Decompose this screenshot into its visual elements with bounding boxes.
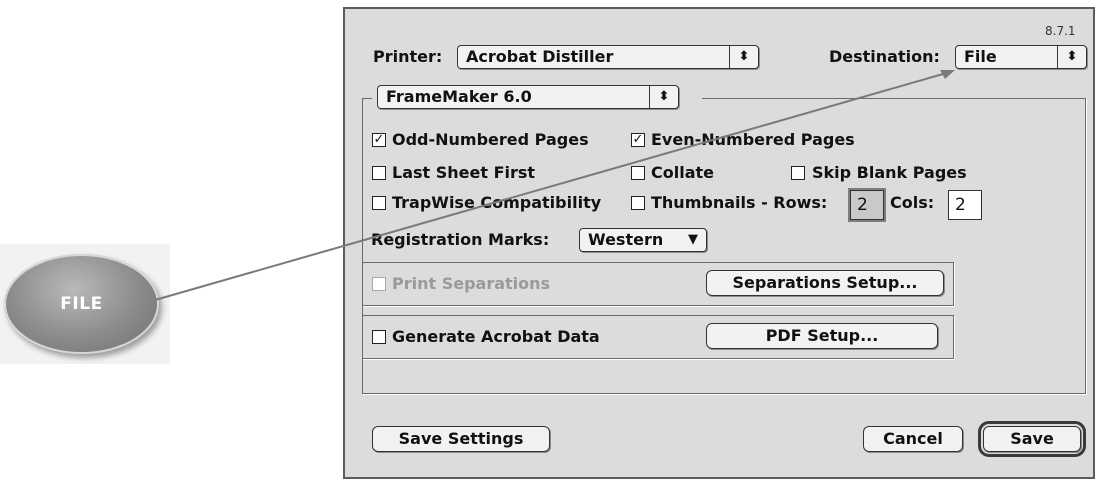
destination-label: Destination:	[829, 47, 940, 66]
thumbnails-checkbox[interactable]	[631, 196, 645, 210]
trapwise-checkbox[interactable]	[372, 196, 386, 210]
collate-label: Collate	[651, 163, 714, 182]
triangle-down-icon: ▼	[688, 232, 698, 247]
callout-label: FILE	[60, 294, 103, 314]
cancel-button[interactable]: Cancel	[863, 426, 963, 452]
rows-input[interactable]: 2	[848, 188, 886, 222]
odd-pages-checkbox[interactable]: ✓	[372, 133, 386, 147]
even-pages-checkbox[interactable]: ✓	[631, 133, 645, 147]
trapwise-label: TrapWise Compatibility	[392, 193, 602, 212]
updown-arrows-icon: ⬍	[1057, 46, 1086, 68]
generate-acrobat-label: Generate Acrobat Data	[392, 327, 600, 346]
cols-input[interactable]: 2	[948, 190, 982, 220]
even-pages-label: Even-Numbered Pages	[651, 130, 855, 149]
collate-checkbox[interactable]	[631, 166, 645, 180]
version-label: 8.7.1	[1045, 24, 1076, 38]
thumbnails-label: Thumbnails - Rows:	[651, 193, 828, 212]
last-sheet-first-checkbox[interactable]	[372, 166, 386, 180]
save-button[interactable]: Save	[978, 421, 1086, 457]
destination-popup[interactable]: File ⬍	[955, 45, 1087, 69]
skip-blank-label: Skip Blank Pages	[812, 163, 967, 182]
generate-acrobat-checkbox[interactable]	[372, 330, 386, 344]
cols-label: Cols:	[890, 193, 935, 212]
separations-setup-button[interactable]: Separations Setup...	[706, 270, 944, 296]
odd-pages-label: Odd-Numbered Pages	[392, 130, 589, 149]
plugin-popup[interactable]: FrameMaker 6.0 ⬍	[377, 85, 679, 109]
print-separations-label: Print Separations	[392, 274, 551, 293]
updown-arrows-icon: ⬍	[729, 46, 758, 68]
pdf-setup-button[interactable]: PDF Setup...	[706, 323, 938, 349]
plugin-popup-value: FrameMaker 6.0	[386, 87, 532, 106]
file-callout-bubble: FILE	[4, 254, 159, 354]
registration-marks-label: Registration Marks:	[371, 230, 550, 249]
save-settings-button[interactable]: Save Settings	[372, 426, 550, 452]
registration-marks-popup[interactable]: Western ▼	[579, 228, 707, 252]
print-separations-checkbox[interactable]	[372, 277, 386, 291]
skip-blank-checkbox[interactable]	[791, 166, 805, 180]
printer-label: Printer:	[373, 47, 443, 66]
last-sheet-first-label: Last Sheet First	[392, 163, 536, 182]
registration-marks-value: Western	[588, 230, 664, 249]
printer-value: Acrobat Distiller	[466, 47, 614, 66]
printer-popup[interactable]: Acrobat Distiller ⬍	[457, 45, 759, 69]
destination-value: File	[964, 47, 997, 66]
updown-arrows-icon: ⬍	[649, 86, 678, 108]
